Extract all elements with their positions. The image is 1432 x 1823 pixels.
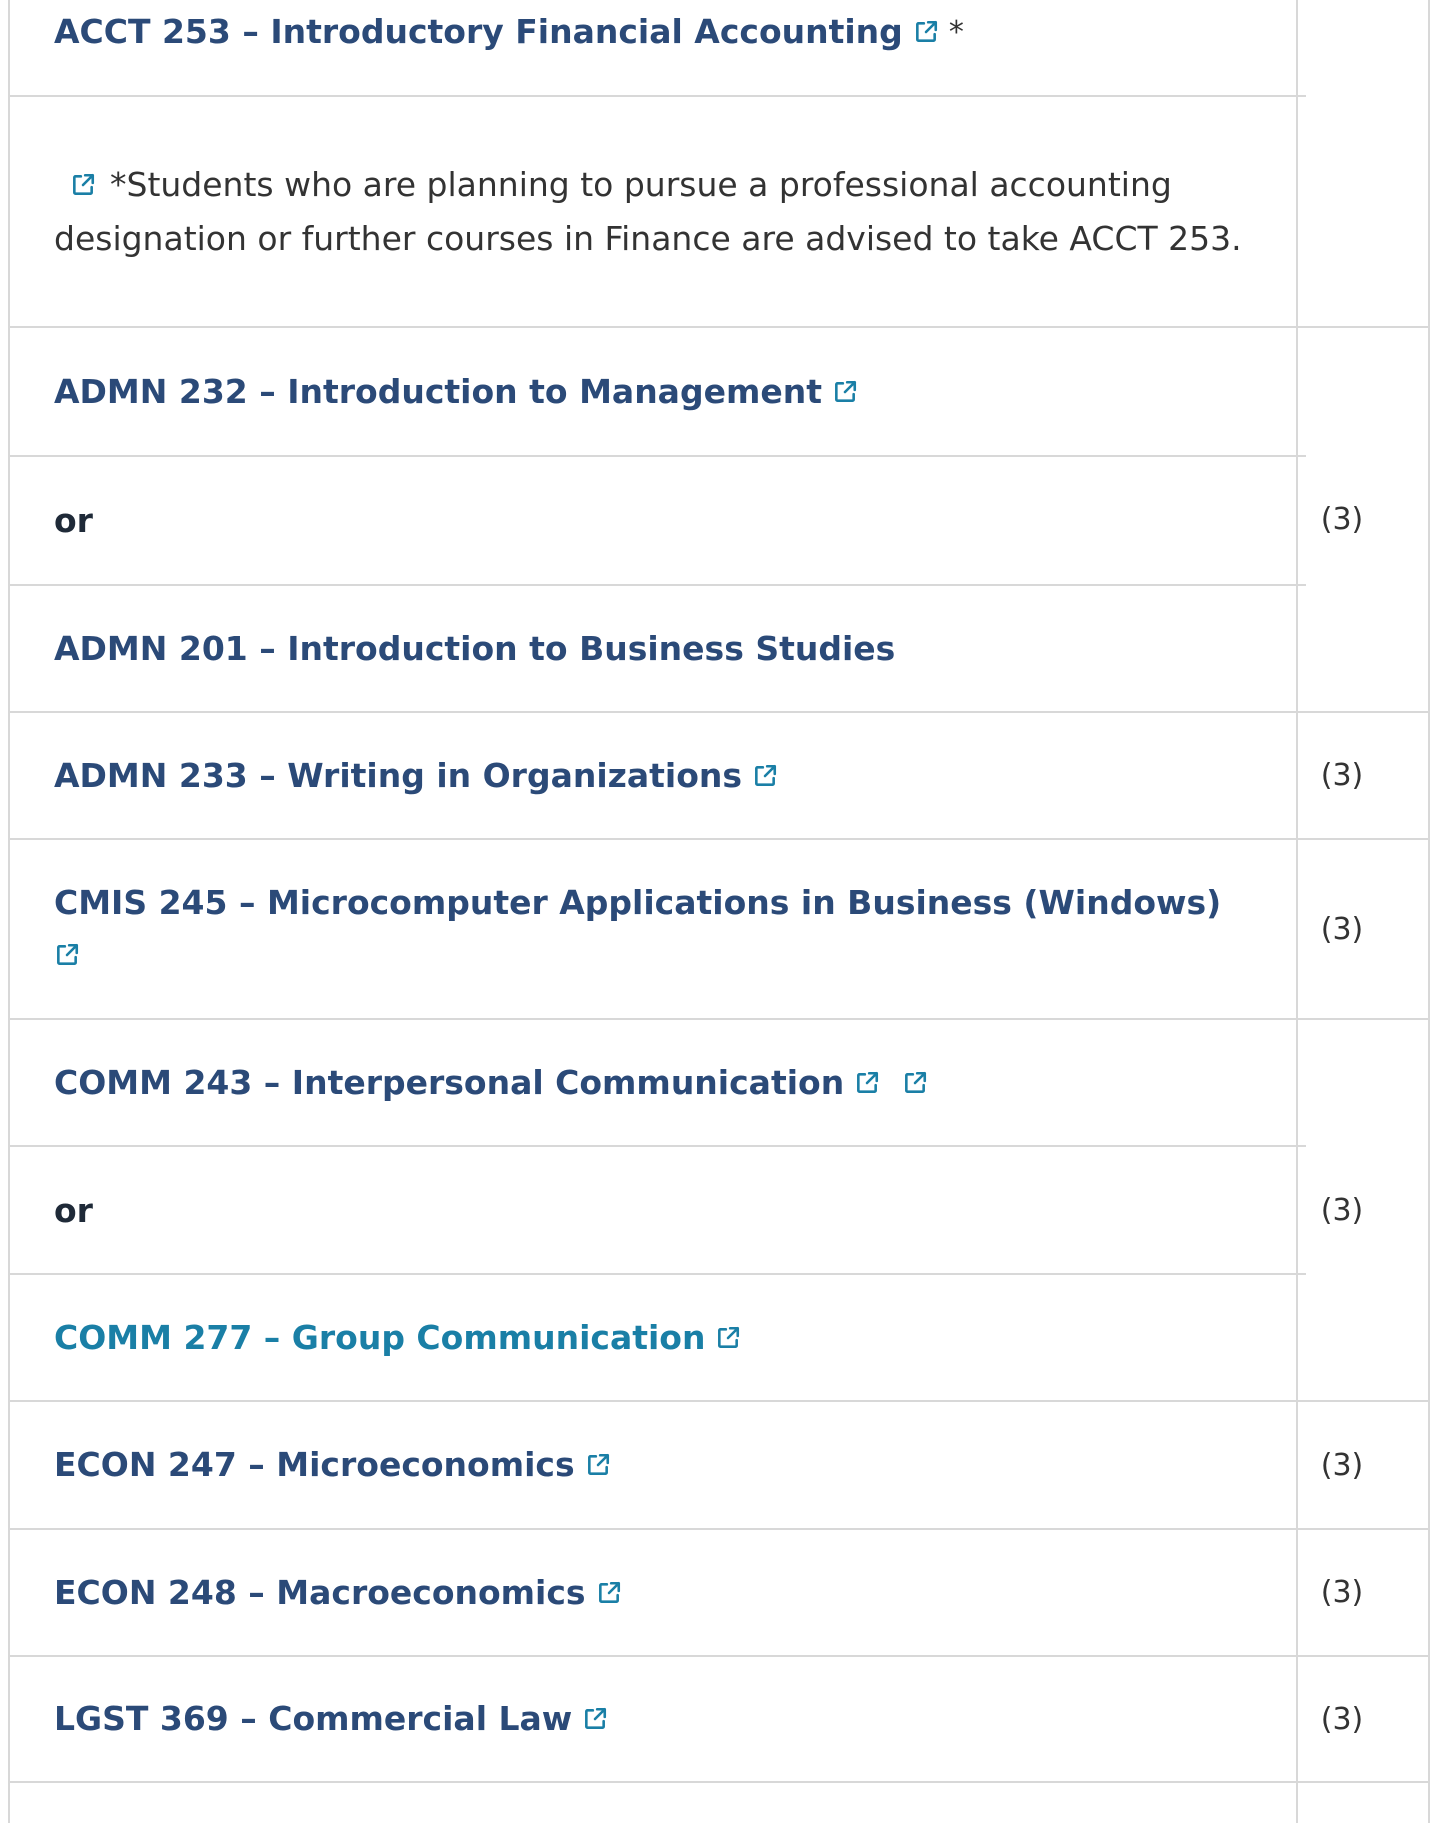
credits-value: (3) [1320, 911, 1364, 947]
table-row: ADMN 232 – Introduction to Management [8, 328, 1298, 455]
table-row-or: or [8, 1147, 1298, 1273]
course-link-label: ECON 248 – Macroeconomics [54, 1572, 586, 1612]
course-link-admn-233[interactable]: ADMN 233 – Writing in Organizations [54, 750, 778, 802]
table-row-or: or [8, 457, 1298, 584]
course-link-comm-243[interactable]: COMM 243 – Interpersonal Communication [54, 1057, 928, 1109]
course-link-label: COMM 277 – Group Communication [54, 1317, 706, 1357]
or-label: or [54, 1190, 93, 1230]
row-divider [8, 1781, 1430, 1783]
external-link-icon [582, 1706, 608, 1732]
table-row: ADMN 201 – Introduction to Business Stud… [8, 586, 1298, 711]
table-row: COMM 277 – Group Communication [8, 1275, 1298, 1400]
course-link-acct-253[interactable]: ACCT 253 – Introductory Financial Accoun… [54, 6, 939, 58]
table-row: ECON 247 – Microeconomics [8, 1402, 1298, 1528]
external-link-icon [596, 1580, 622, 1606]
course-link-label: ECON 247 – Microeconomics [54, 1445, 575, 1484]
credits-value: (3) [1320, 1447, 1364, 1483]
course-link-comm-277[interactable]: COMM 277 – Group Communication [54, 1312, 741, 1364]
table-row: ACCT 253 – Introductory Financial Accoun… [8, 0, 1298, 64]
course-link-cmis-245[interactable]: CMIS 245 – Microcomputer Applications in… [54, 877, 1251, 981]
table-row: ADMN 233 – Writing in Organizations [8, 713, 1298, 838]
table-row: COMM 243 – Interpersonal Communication [8, 1020, 1298, 1145]
course-link-label: COMM 243 – Interpersonal Communication [54, 1062, 845, 1102]
course-link-admn-232[interactable]: ADMN 232 – Introduction to Management [54, 366, 858, 418]
external-link-icon [832, 379, 858, 405]
course-link-label: LGST 369 – Commercial Law [54, 1699, 573, 1738]
course-link-label: ADMN 233 – Writing in Organizations [54, 755, 743, 795]
footnote-text: *Students who are planning to pursue a p… [54, 164, 1242, 258]
external-link-icon [715, 1325, 741, 1351]
external-link-icon [585, 1452, 611, 1478]
external-link-icon [902, 1070, 928, 1096]
course-title-admn-201: ADMN 201 – Introduction to Business Stud… [54, 628, 896, 668]
credits-value: (3) [1320, 1575, 1364, 1610]
course-link-lgst-369[interactable]: LGST 369 – Commercial Law [54, 1693, 608, 1745]
course-link-label: ADMN 232 – Introduction to Management [54, 371, 822, 411]
footnote-text-block: *Students who are planning to pursue a p… [54, 158, 1278, 266]
external-link-icon[interactable] [70, 172, 96, 198]
or-label: or [54, 501, 93, 540]
table-row: ECON 248 – Macroeconomics [8, 1530, 1298, 1655]
footnote-marker: * [948, 14, 964, 50]
course-link-label: ACCT 253 – Introductory Financial Accoun… [54, 12, 903, 51]
external-link-icon [54, 942, 80, 968]
table-row: CMIS 245 – Microcomputer Applications in… [8, 840, 1298, 1018]
external-link-icon [854, 1070, 880, 1096]
course-requirements-table: ACCT 253 – Introductory Financial Accoun… [0, 0, 1432, 1823]
external-link-icon [752, 763, 778, 789]
table-row: LGST 369 – Commercial Law [8, 1657, 1298, 1781]
course-link-econ-247[interactable]: ECON 247 – Microeconomics [54, 1439, 611, 1491]
table-row-note: *Students who are planning to pursue a p… [8, 97, 1298, 326]
table-border-right [1428, 0, 1430, 1823]
credits-value: (3) [1320, 1701, 1364, 1737]
external-link-icon [913, 19, 939, 45]
course-link-label: CMIS 245 – Microcomputer Applications in… [54, 883, 1222, 922]
course-link-econ-248[interactable]: ECON 248 – Macroeconomics [54, 1567, 622, 1619]
credits-value: (3) [1320, 758, 1364, 793]
